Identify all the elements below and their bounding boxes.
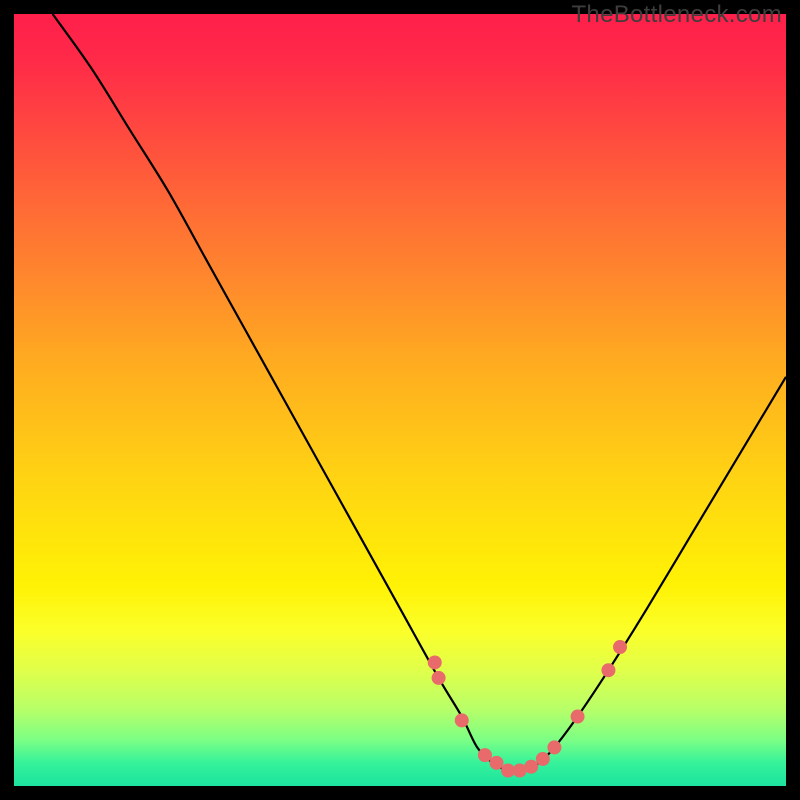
marker-dot	[571, 710, 585, 724]
marker-dot	[536, 752, 550, 766]
marker-dot	[455, 713, 469, 727]
marker-dot	[524, 760, 538, 774]
chart-svg	[14, 14, 786, 786]
marker-dot	[547, 740, 561, 754]
marker-dot	[613, 640, 627, 654]
marker-dot	[428, 655, 442, 669]
marker-dot	[478, 748, 492, 762]
marker-dot	[601, 663, 615, 677]
marker-dot	[432, 671, 446, 685]
watermark-text: TheBottleneck.com	[571, 1, 782, 29]
marker-dot	[490, 756, 504, 770]
plot-area	[14, 14, 786, 786]
curve-line	[53, 14, 786, 772]
